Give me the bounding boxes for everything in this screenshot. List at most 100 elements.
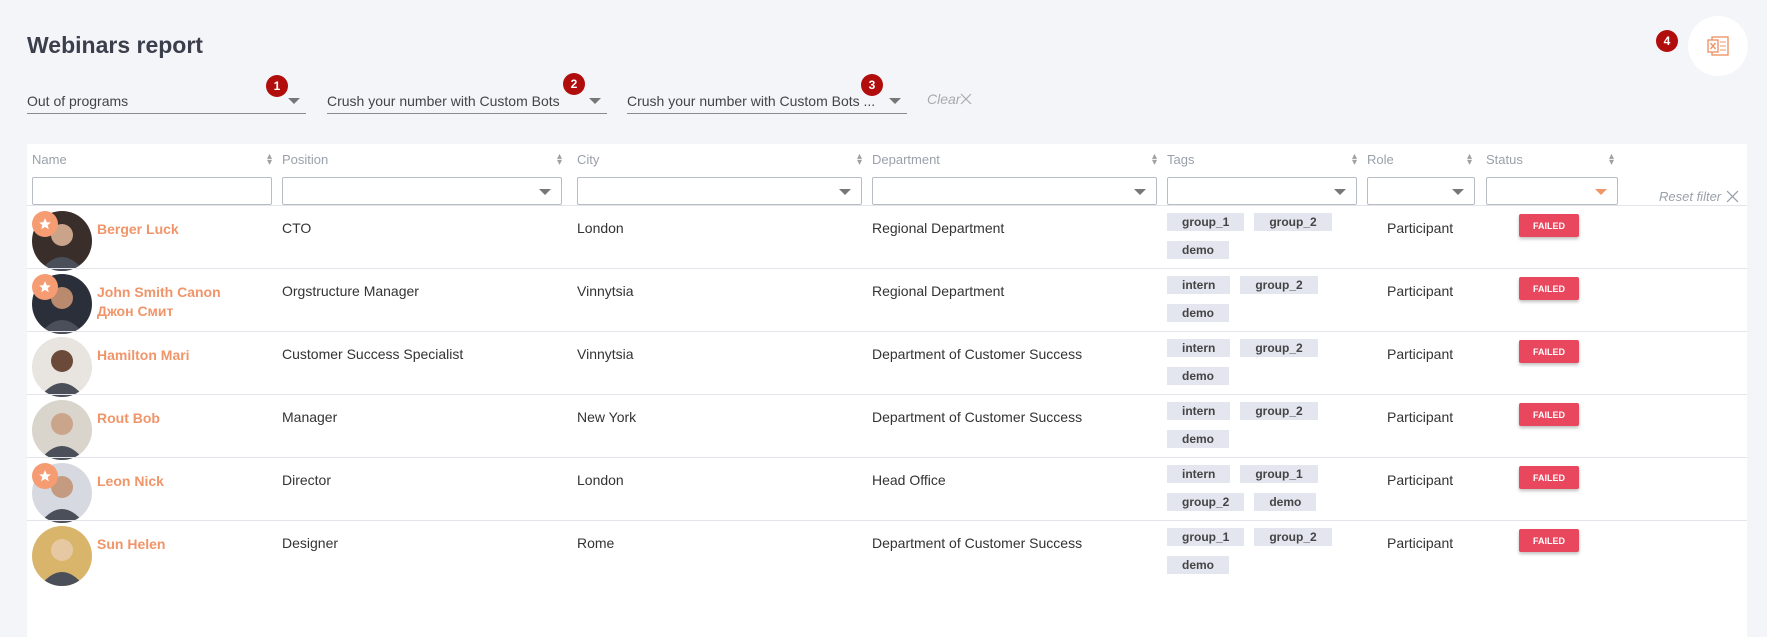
department-cell: Department of Customer Success [872,346,1083,362]
close-icon [961,93,972,105]
position-cell: CTO [282,220,312,236]
role-cell: Participant [1387,535,1454,551]
department-cell: Regional Department [872,283,1005,299]
tags-cell: intern group_1 group_2 demo [1167,465,1337,511]
star-icon [32,211,58,237]
tag-badge: demo [1167,304,1230,322]
program-filter-select[interactable]: Out of programs [27,88,306,114]
course-filter-select[interactable]: Crush your number with Custom Bots [327,88,607,114]
clear-filters-button[interactable]: Clear [927,91,972,107]
table-row: John Smith Canon Джон Смит Orgstructure … [27,268,1747,340]
sort-icon: ▴ ▾ [1351,150,1357,168]
avatar[interactable] [32,337,92,397]
avatar[interactable] [32,400,92,460]
table-row: Berger Luck CTO London Regional Departme… [27,205,1747,277]
department-filter-select[interactable] [872,177,1157,205]
webinar-filter-select[interactable]: Crush your number with Custom Bots ... [627,88,907,114]
status-badge: FAILED [1519,466,1579,489]
star-icon [32,463,58,489]
tag-badge: group_1 [1240,465,1318,483]
position-cell: Designer [282,535,339,551]
position-cell: Manager [282,409,338,425]
sort-icon: ▴ ▾ [856,150,862,168]
role-cell: Participant [1387,283,1454,299]
tag-badge: group_2 [1240,276,1318,294]
tags-cell: intern group_2 demo [1167,402,1337,448]
department-cell: Department of Customer Success [872,409,1083,425]
column-header-city[interactable]: City ▴ ▾ [577,150,862,168]
tag-badge: intern [1167,339,1231,357]
position-cell: Director [282,472,332,488]
position-filter-select[interactable] [282,177,562,205]
excel-icon [1707,36,1729,56]
chevron-down-icon [539,189,551,195]
user-name-link[interactable]: Hamilton Mari [97,346,247,365]
chevron-down-icon [1595,189,1607,195]
webinars-table: Name ▴ ▾ Position ▴ ▾ City ▴ ▾ Department ▴ ▾ Ta… [27,144,1747,637]
tag-badge: demo [1167,367,1230,385]
column-header-position[interactable]: Position ▴ ▾ [282,150,562,168]
role-cell: Participant [1387,409,1454,425]
chevron-down-icon [839,189,851,195]
city-cell: London [577,472,624,488]
reset-filter-label: Reset filter [1659,189,1722,204]
department-cell: Department of Customer Success [872,535,1083,551]
status-filter-select[interactable] [1486,177,1618,205]
star-icon [32,274,58,300]
user-name-link[interactable]: Sun Helen [97,535,247,554]
role-cell: Participant [1387,472,1454,488]
tags-cell: intern group_2demo [1167,339,1337,385]
position-cell: Orgstructure Manager [282,283,419,299]
tag-badge: group_2 [1240,402,1318,420]
column-header-status[interactable]: Status ▴ ▾ [1486,150,1614,168]
sort-icon: ▴ ▾ [1466,150,1472,168]
reset-filter-button[interactable]: Reset filter [1659,189,1739,204]
chevron-down-icon [1334,189,1346,195]
name-filter-input[interactable] [32,177,272,205]
course-filter-value: Crush your number with Custom Bots [327,92,560,109]
status-badge: FAILED [1519,529,1579,552]
tag-badge: group_2 [1167,493,1245,511]
status-badge: FAILED [1519,277,1579,300]
city-cell: Rome [577,535,615,551]
export-excel-button[interactable] [1688,16,1748,76]
tag-badge: demo [1167,556,1230,574]
tag-badge: demo [1167,241,1230,259]
tag-badge: intern [1167,276,1231,294]
sort-icon: ▴ ▾ [266,150,272,168]
user-name-link[interactable]: John Smith Canon Джон Смит [97,283,247,321]
table-row: Rout Bob Manager New York Department of … [27,394,1747,466]
page-title: Webinars report [27,32,203,58]
city-cell: London [577,220,624,236]
role-cell: Participant [1387,346,1454,362]
sort-icon: ▴ ▾ [556,150,562,168]
close-icon [1726,190,1739,203]
column-header-tags[interactable]: Tags ▴ ▾ [1167,150,1357,168]
position-cell: Customer Success Specialist [282,346,464,362]
webinar-filter-value: Crush your number with Custom Bots ... [627,92,876,109]
city-cell: New York [577,409,637,425]
export-badge: 4 [1656,30,1678,52]
role-cell: Participant [1387,220,1454,236]
user-name-link[interactable]: Berger Luck [97,220,247,239]
tag-badge: group_2 [1254,528,1332,546]
column-header-role[interactable]: Role ▴ ▾ [1367,150,1472,168]
role-filter-select[interactable] [1367,177,1475,205]
city-cell: Vinnytsia [577,283,634,299]
chevron-down-icon [889,97,901,104]
sort-icon: ▴ ▾ [1151,150,1157,168]
user-name-link[interactable]: Leon Nick [97,472,247,491]
tag-badge: group_2 [1240,339,1318,357]
tags-filter-select[interactable] [1167,177,1357,205]
chevron-down-icon [1452,189,1464,195]
tags-cell: group_1 group_2 demo [1167,528,1337,574]
avatar[interactable] [32,526,92,586]
tags-cell: group_1 group_2 demo [1167,213,1337,259]
user-name-link[interactable]: Rout Bob [97,409,247,428]
city-filter-select[interactable] [577,177,862,205]
tag-badge: demo [1167,430,1230,448]
sort-icon: ▴ ▾ [1608,150,1614,168]
column-header-name[interactable]: Name ▴ ▾ [32,150,272,168]
column-header-department[interactable]: Department ▴ ▾ [872,150,1157,168]
tag-badge: demo [1254,493,1317,511]
